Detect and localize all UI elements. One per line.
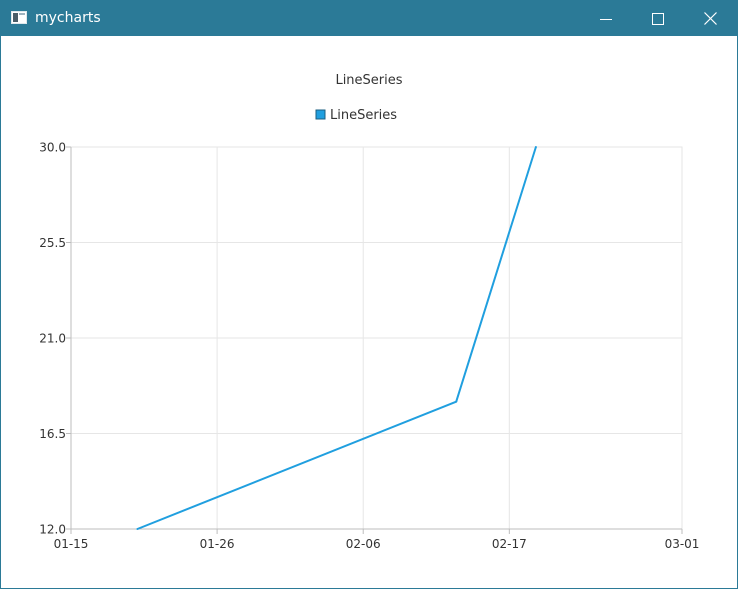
y-tick-label: 12.0 [39, 523, 66, 537]
minimize-icon [600, 18, 612, 20]
chart-area: 12.0 16.5 21.0 25.5 30.0 01-15 01-26 02-06 02-17… [1, 36, 737, 588]
minimize-button[interactable] [581, 1, 631, 36]
legend-swatch[interactable] [315, 109, 326, 120]
x-tick-label: 01-26 [200, 537, 235, 551]
close-icon [703, 12, 717, 25]
y-tick-label: 16.5 [39, 427, 66, 441]
x-tick-label: 01-15 [54, 537, 89, 551]
series-point [136, 528, 139, 530]
app-window: mycharts 12.0 16.5 21.0 25.5 30.0 01-15 01-26 0… [0, 0, 738, 589]
x-tick-label: 03-01 [665, 537, 700, 551]
y-tick-label: 30.0 [39, 141, 66, 155]
title-bar[interactable]: mycharts [1, 1, 737, 36]
maximize-button[interactable] [633, 1, 683, 36]
window-title: mycharts [35, 10, 101, 26]
series-point [455, 400, 458, 403]
maximize-icon [652, 12, 664, 25]
y-tick-label: 21.0 [39, 332, 66, 346]
y-tick-label: 25.5 [39, 236, 66, 250]
chart-title: LineSeries [335, 73, 402, 88]
series-point [534, 146, 537, 148]
x-tick-label: 02-17 [492, 537, 527, 551]
app-window-icon [11, 11, 27, 24]
line-chart: 12.0 16.5 21.0 25.5 30.0 01-15 01-26 02-06 02-17… [39, 73, 700, 551]
legend-label: LineSeries [330, 108, 397, 123]
close-button[interactable] [685, 1, 735, 36]
legend: LineSeries [315, 108, 397, 123]
x-tick-label: 02-06 [346, 537, 381, 551]
